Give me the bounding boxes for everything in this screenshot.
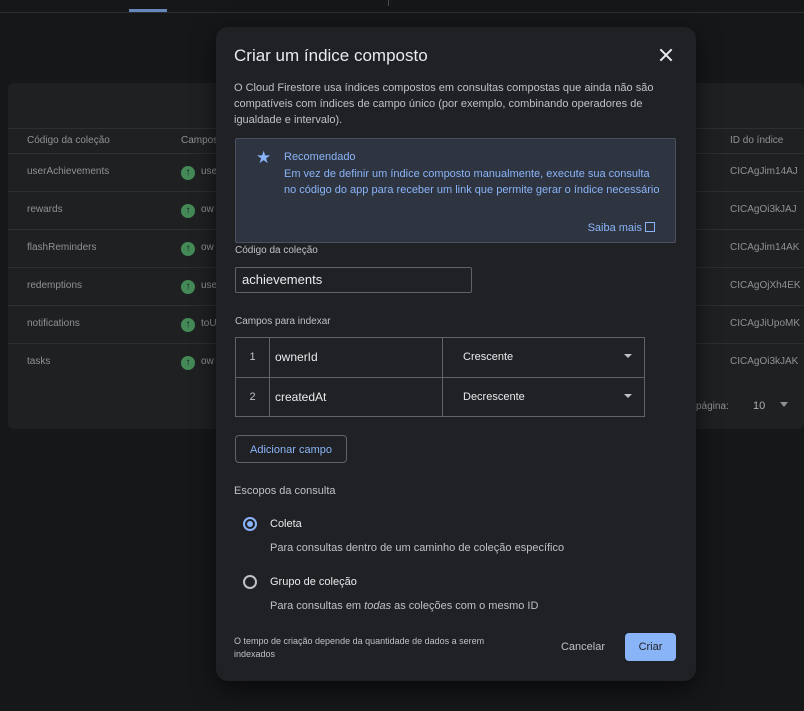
desc-emphasis: todas <box>364 600 392 612</box>
field-order-value: Crescente <box>463 351 514 363</box>
field-row: 1 ownerId Crescente <box>236 338 644 377</box>
collection-id-input[interactable]: achievements <box>235 267 472 293</box>
scope-collection-title: Coleta <box>270 518 302 530</box>
scope-collection-desc: Para consultas dentro de um caminho de c… <box>270 542 565 554</box>
create-composite-index-dialog: Criar um índice composto O Cloud Firesto… <box>216 27 696 681</box>
chevron-down-icon <box>624 354 632 358</box>
field-order-select[interactable]: Crescente <box>444 338 644 377</box>
field-number: 2 <box>236 378 270 417</box>
field-name-input[interactable]: ownerId <box>269 338 443 377</box>
field-name-input[interactable]: createdAt <box>269 378 443 417</box>
scope-collection-radio[interactable] <box>243 517 257 531</box>
create-button[interactable]: Criar <box>625 633 676 661</box>
learn-more-label: Saiba mais <box>587 222 642 234</box>
query-scopes-label: Escopos da consulta <box>234 485 336 497</box>
desc-part: Para consultas em <box>270 600 365 612</box>
recommendation-banner: ★ Recomendado Em vez de definir um índic… <box>235 138 676 243</box>
field-number: 1 <box>236 338 270 377</box>
field-order-value: Decrescente <box>463 391 525 403</box>
collection-label: Código da coleção <box>235 245 318 256</box>
scope-collection-group-title: Grupo de coleção <box>270 576 357 588</box>
fields-table: 1 ownerId Crescente 2 createdAt Decresce… <box>235 337 645 417</box>
field-row: 2 createdAt Decrescente <box>236 377 644 417</box>
chevron-down-icon <box>624 394 632 398</box>
creation-time-note: O tempo de criação depende da quantidade… <box>234 636 485 659</box>
recommendation-title: Recomendado <box>284 151 356 163</box>
scope-collection-group-desc: Para consultas em todas as coleções com … <box>270 600 538 612</box>
dialog-description: O Cloud Firestore usa índices compostos … <box>234 82 654 126</box>
add-field-button[interactable]: Adicionar campo <box>235 435 347 463</box>
star-icon: ★ <box>256 148 272 167</box>
close-icon[interactable] <box>656 45 676 65</box>
recommendation-body: Em vez de definir um índice composto man… <box>284 168 660 196</box>
cancel-button[interactable]: Cancelar <box>549 633 617 661</box>
scope-collection-group-radio[interactable] <box>243 575 257 589</box>
fields-label: Campos para indexar <box>235 316 331 327</box>
field-order-select[interactable]: Decrescente <box>444 378 644 417</box>
learn-more-link[interactable]: Saiba mais <box>588 221 655 234</box>
external-link-icon <box>645 222 655 232</box>
dialog-title: Criar um índice composto <box>234 46 428 65</box>
desc-part: as coleções com o mesmo ID <box>391 600 539 612</box>
